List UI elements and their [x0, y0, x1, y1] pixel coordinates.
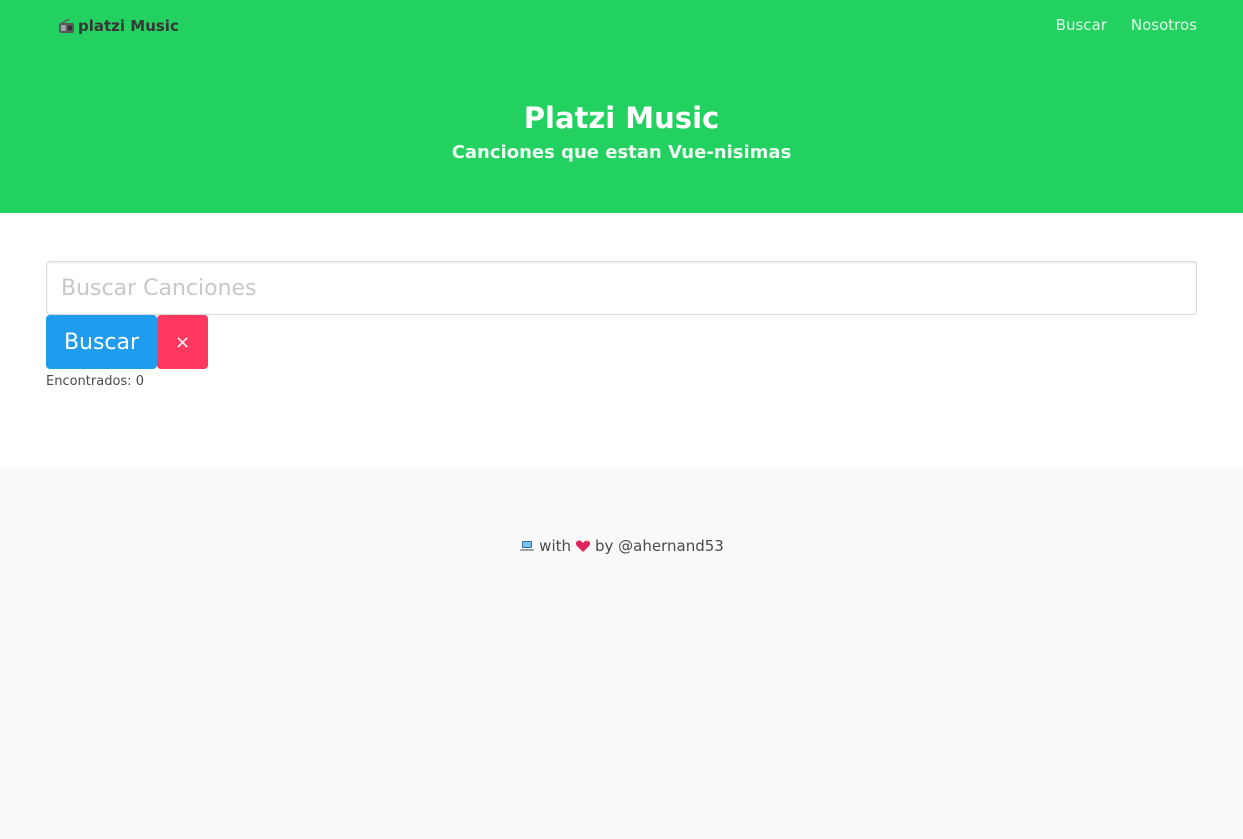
search-section: Buscar × Encontrados: 0	[0, 213, 1243, 467]
search-input[interactable]	[46, 261, 1197, 315]
results-count: Encontrados: 0	[46, 374, 144, 389]
page-subtitle: Canciones que estan Vue-nisimas	[451, 142, 792, 163]
nav-item-buscar[interactable]: Buscar	[1056, 16, 1107, 34]
footer-credits: with by @ahernand53	[0, 537, 1243, 555]
footer: with by @ahernand53	[0, 467, 1243, 839]
clear-button[interactable]: ×	[157, 315, 208, 369]
navbar-menu: Buscar Nosotros	[1056, 16, 1197, 34]
hero-header: platzi Music Buscar Nosotros Platzi Musi…	[0, 0, 1243, 213]
nav-item-nosotros[interactable]: Nosotros	[1131, 16, 1197, 34]
page-title: Platzi Music	[523, 101, 720, 135]
search-button[interactable]: Buscar	[46, 315, 157, 369]
footer-text-with: with	[539, 537, 571, 555]
footer-text-author: by @ahernand53	[595, 537, 724, 555]
radio-icon	[59, 18, 74, 33]
nav-brand[interactable]: platzi Music	[58, 15, 179, 37]
laptop-icon	[520, 541, 535, 551]
brand-label: platzi Music	[78, 17, 179, 35]
heart-icon	[575, 539, 591, 552]
